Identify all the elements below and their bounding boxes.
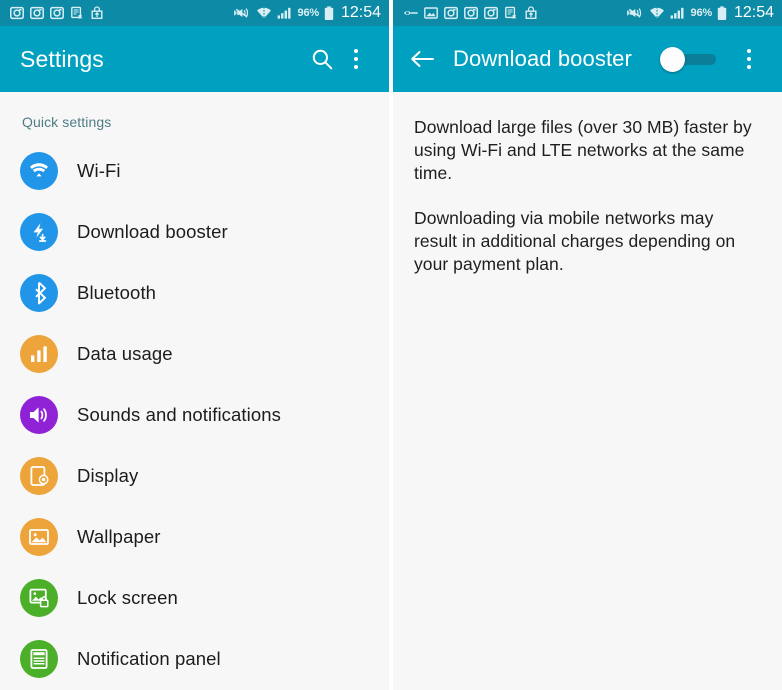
page-title: Download booster — [453, 46, 632, 71]
status-bar-system-icons: 96% 12:54 — [233, 4, 381, 21]
download-booster-app-bar: Download booster — [393, 26, 782, 92]
upload-bag-icon — [525, 6, 537, 19]
battery-icon — [717, 5, 727, 20]
image-icon — [424, 7, 438, 19]
wifi-icon — [649, 7, 664, 19]
mute-vibrate-icon — [626, 8, 641, 18]
section-header-quick-settings: Quick settings — [22, 114, 112, 130]
download-booster-screen: 96% 12:54 Download booster Download larg… — [391, 0, 782, 690]
screenshot-icon — [50, 6, 64, 20]
sidebar-item-lock-screen[interactable]: Lock screen — [0, 567, 389, 628]
description-body: Download large files (over 30 MB) faster… — [393, 92, 782, 277]
notification-panel-icon-circle — [20, 639, 58, 678]
more-vertical-icon — [354, 49, 358, 69]
overflow-menu-button[interactable] — [732, 42, 766, 76]
sidebar-item-label: Notification panel — [77, 647, 221, 669]
more-vertical-icon — [747, 49, 751, 69]
link-eye-icon — [404, 10, 418, 16]
wallpaper-icon — [29, 528, 49, 545]
lock-screen-icon — [29, 588, 49, 607]
download-booster-icon-circle — [20, 212, 58, 251]
sidebar-item-label: Download booster — [77, 220, 228, 242]
data-usage-icon — [31, 345, 47, 362]
speaker-icon-circle — [20, 395, 58, 434]
settings-screen: 96% 12:54 Settings Quick settings Wi-Fi — [0, 0, 391, 690]
wallpaper-icon-circle — [20, 517, 58, 556]
description-paragraph-2: Downloading via mobile networks may resu… — [414, 208, 736, 275]
overflow-menu-button[interactable] — [339, 42, 373, 76]
settings-list: Wi-Fi Download booster Bluetooth Data us… — [0, 136, 389, 689]
signal-icon — [670, 7, 684, 19]
notification-panel-icon — [30, 648, 48, 669]
bluetooth-icon — [35, 281, 46, 304]
screenshot-icon — [484, 6, 498, 20]
wifi-icon — [30, 162, 48, 176]
settings-app-bar: Settings — [0, 26, 389, 92]
status-bar-right: 96% 12:54 — [393, 0, 782, 26]
sidebar-item-notification-panel[interactable]: Notification panel — [0, 628, 389, 689]
screenshot-icon — [464, 6, 478, 20]
document-error-icon — [71, 6, 83, 19]
status-bar-notification-icons — [403, 6, 627, 20]
back-button[interactable] — [409, 46, 435, 72]
sidebar-item-display[interactable]: Display — [0, 445, 389, 506]
screenshot-icon — [30, 6, 44, 20]
data-usage-icon-circle — [20, 334, 58, 373]
download-booster-icon — [33, 222, 47, 242]
sidebar-item-bluetooth[interactable]: Bluetooth — [0, 262, 389, 323]
status-bar-system-icons: 96% 12:54 — [626, 4, 774, 21]
sidebar-item-data-usage[interactable]: Data usage — [0, 323, 389, 384]
sidebar-item-download-booster[interactable]: Download booster — [0, 201, 389, 262]
download-booster-toggle[interactable] — [660, 47, 722, 72]
dual-screenshot: 96% 12:54 Settings Quick settings Wi-Fi — [0, 0, 782, 690]
page-title: Settings — [20, 45, 104, 72]
search-icon — [312, 49, 332, 69]
battery-percent-label: 96% — [690, 6, 713, 19]
status-bar-notification-icons — [10, 6, 234, 20]
description-paragraph-1: Download large files (over 30 MB) faster… — [414, 117, 752, 184]
mute-vibrate-icon — [233, 8, 248, 18]
sidebar-item-label: Wallpaper — [77, 525, 161, 547]
sidebar-item-label: Sounds and notifications — [77, 403, 281, 425]
sidebar-item-wallpaper[interactable]: Wallpaper — [0, 506, 389, 567]
sidebar-item-label: Display — [77, 464, 139, 486]
sidebar-item-label: Lock screen — [77, 586, 178, 608]
display-icon — [30, 465, 49, 486]
signal-icon — [277, 7, 291, 19]
sidebar-item-label: Wi-Fi — [77, 159, 121, 181]
toggle-knob — [660, 47, 685, 72]
search-button[interactable] — [305, 42, 339, 76]
sidebar-item-wifi[interactable]: Wi-Fi — [0, 140, 389, 201]
wifi-icon-circle — [20, 151, 58, 190]
speaker-icon — [30, 406, 47, 423]
screenshot-icon — [10, 6, 24, 20]
status-bar-clock: 12:54 — [733, 4, 774, 21]
bluetooth-icon-circle — [20, 273, 58, 312]
battery-percent-label: 96% — [297, 6, 320, 19]
sidebar-item-label: Bluetooth — [77, 281, 157, 303]
status-bar-left: 96% 12:54 — [0, 0, 389, 26]
battery-icon — [324, 5, 334, 20]
sidebar-item-label: Data usage — [77, 342, 173, 364]
wifi-icon — [256, 7, 271, 19]
status-bar-clock: 12:54 — [340, 4, 381, 21]
back-arrow-icon — [410, 51, 434, 67]
display-icon-circle — [20, 456, 58, 495]
lock-screen-icon-circle — [20, 578, 58, 617]
document-error-icon — [505, 6, 517, 19]
upload-bag-icon — [91, 6, 103, 19]
sidebar-item-sounds-and-notifications[interactable]: Sounds and notifications — [0, 384, 389, 445]
screenshot-icon — [444, 6, 458, 20]
